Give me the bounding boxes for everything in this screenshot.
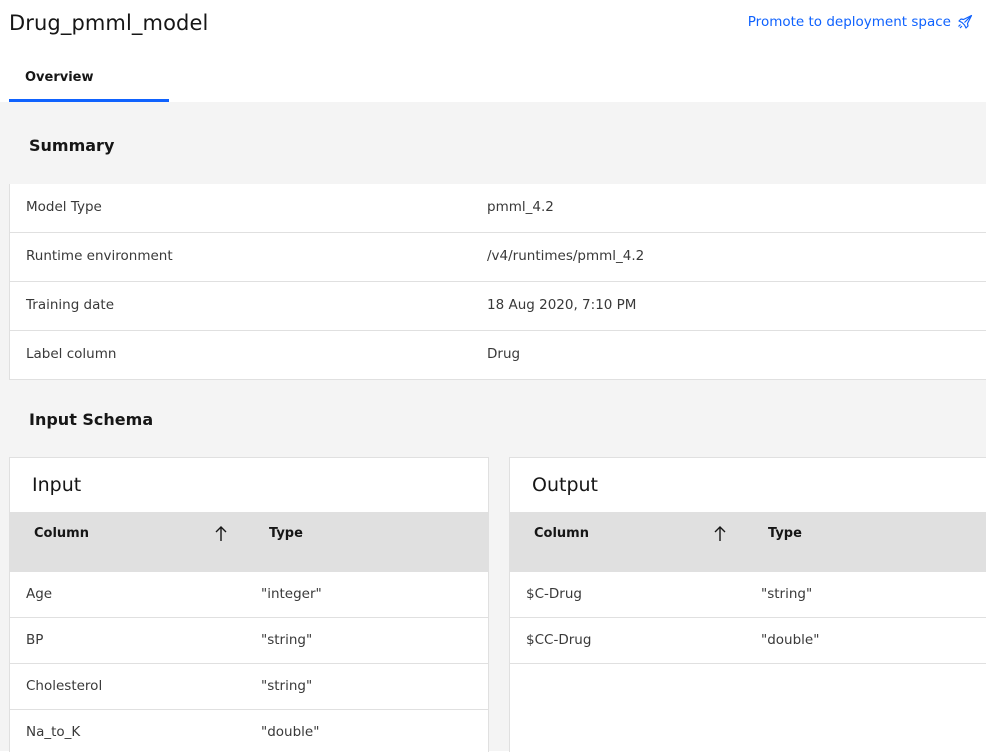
input-schema-heading: Input Schema — [29, 410, 154, 429]
table-row: Cholesterol "string" — [10, 664, 488, 710]
table-row: Na_to_K "double" — [10, 710, 488, 752]
type-header[interactable]: Type — [768, 526, 802, 541]
input-card-title: Input — [32, 474, 82, 496]
page-header: Drug_pmml_model Promote to deployment sp… — [0, 0, 986, 102]
cell-column: $CC-Drug — [526, 632, 592, 648]
input-table-body: Age "integer" BP "string" Cholesterol "s… — [10, 572, 488, 752]
summary-row: Model Type pmml_4.2 — [10, 184, 986, 233]
sort-arrow-up-icon[interactable] — [213, 525, 229, 543]
table-row: BP "string" — [10, 618, 488, 664]
cell-column: Cholesterol — [26, 678, 103, 694]
table-row: Age "integer" — [10, 572, 488, 618]
summary-heading: Summary — [29, 136, 115, 155]
summary-key: Model Type — [26, 199, 102, 215]
output-table-header: Column Type — [510, 512, 986, 572]
summary-row: Label column Drug — [10, 331, 986, 379]
cell-column: Na_to_K — [26, 724, 81, 740]
output-schema-card: Output Column Type $C-Drug "string" $CC-… — [509, 457, 986, 752]
main-content: Summary Model Type pmml_4.2 Runtime envi… — [0, 102, 986, 752]
summary-key: Runtime environment — [26, 248, 173, 264]
input-schema-card: Input Column Type Age "integer" BP "stri… — [9, 457, 489, 752]
tab-overview-label: Overview — [25, 70, 94, 85]
column-header[interactable]: Column — [34, 526, 89, 541]
output-table-body: $C-Drug "string" $CC-Drug "double" — [510, 572, 986, 664]
cell-type: "string" — [261, 632, 313, 648]
type-header[interactable]: Type — [269, 526, 303, 541]
rocket-icon — [958, 14, 973, 29]
table-row: $C-Drug "string" — [510, 572, 986, 618]
output-card-title: Output — [532, 474, 598, 496]
sort-arrow-up-icon[interactable] — [712, 525, 728, 543]
summary-value: Drug — [487, 346, 521, 362]
cell-column: $C-Drug — [526, 586, 582, 602]
promote-to-deployment-space-link[interactable]: Promote to deployment space — [748, 14, 973, 30]
cell-type: "string" — [261, 678, 313, 694]
summary-key: Training date — [26, 297, 115, 313]
cell-type: "integer" — [261, 586, 322, 602]
cell-type: "double" — [261, 724, 320, 740]
summary-row: Runtime environment /v4/runtimes/pmml_4.… — [10, 233, 986, 282]
promote-label: Promote to deployment space — [747, 14, 951, 30]
summary-value: 18 Aug 2020, 7:10 PM — [487, 297, 637, 313]
summary-key: Label column — [26, 346, 117, 362]
cell-type: "double" — [761, 632, 820, 648]
page-title: Drug_pmml_model — [9, 11, 209, 35]
column-header[interactable]: Column — [534, 526, 589, 541]
tab-overview[interactable]: Overview — [9, 60, 169, 102]
cell-column: Age — [26, 586, 53, 602]
input-table-header: Column Type — [10, 512, 488, 572]
summary-row: Training date 18 Aug 2020, 7:10 PM — [10, 282, 986, 331]
cell-type: "string" — [761, 586, 813, 602]
summary-value: pmml_4.2 — [487, 199, 554, 215]
summary-table: Model Type pmml_4.2 Runtime environment … — [9, 184, 986, 380]
table-row: $CC-Drug "double" — [510, 618, 986, 664]
cell-column: BP — [26, 632, 44, 648]
summary-value: /v4/runtimes/pmml_4.2 — [487, 248, 645, 264]
